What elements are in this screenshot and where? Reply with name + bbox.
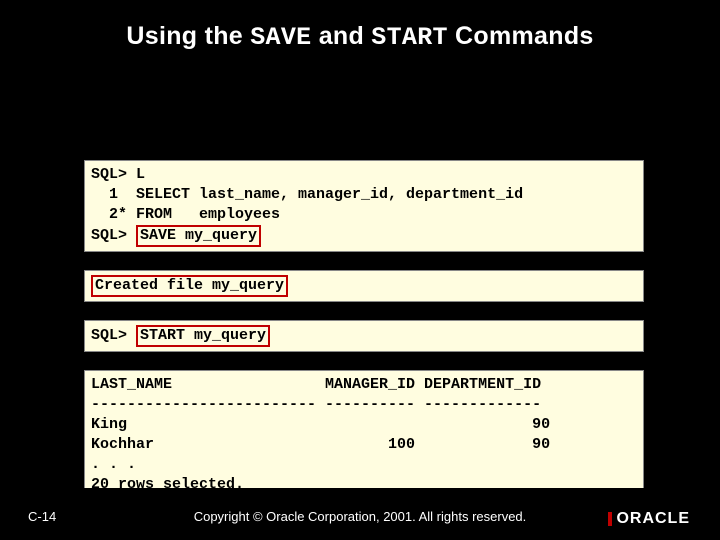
code-line: . . . (91, 456, 136, 473)
code-line: SQL> (91, 327, 136, 344)
code-line: SQL> L (91, 166, 145, 183)
code-line: LAST_NAME MANAGER_ID DEPARTMENT_ID (91, 376, 541, 393)
code-line: 2* FROM employees (91, 206, 280, 223)
code-box-1: SQL> L 1 SELECT last_name, manager_id, d… (84, 160, 644, 252)
title-text-2: and (311, 22, 371, 50)
code-line: ------------------------- ---------- ---… (91, 396, 541, 413)
code-line: Kochhar 100 90 (91, 436, 550, 453)
oracle-logo: ORACLE (608, 510, 690, 528)
code-box-3: SQL> START my_query (84, 320, 644, 352)
code-line: SQL> (91, 227, 136, 244)
code-line: 1 SELECT last_name, manager_id, departme… (91, 186, 523, 203)
title-text-3: Commands (448, 22, 594, 50)
code-box-2: Created file my_query (84, 270, 644, 302)
highlight-save: SAVE my_query (136, 225, 261, 247)
footer: C-14 Copyright © Oracle Corporation, 200… (0, 488, 720, 540)
content-area: SQL> L 1 SELECT last_name, manager_id, d… (84, 160, 644, 518)
title-code-1: SAVE (250, 23, 311, 52)
highlight-created: Created file my_query (91, 275, 288, 297)
title-text-1: Using the (126, 22, 250, 50)
slide: Using the SAVE and START Commands SQL> L… (0, 0, 720, 540)
title-code-2: START (371, 23, 448, 52)
slide-title: Using the SAVE and START Commands (0, 0, 720, 52)
code-box-4: LAST_NAME MANAGER_ID DEPARTMENT_ID -----… (84, 370, 644, 500)
highlight-start: START my_query (136, 325, 270, 347)
logo-text: ORACLE (616, 510, 690, 528)
logo-bar-icon (608, 512, 612, 526)
code-line: King 90 (91, 416, 550, 433)
